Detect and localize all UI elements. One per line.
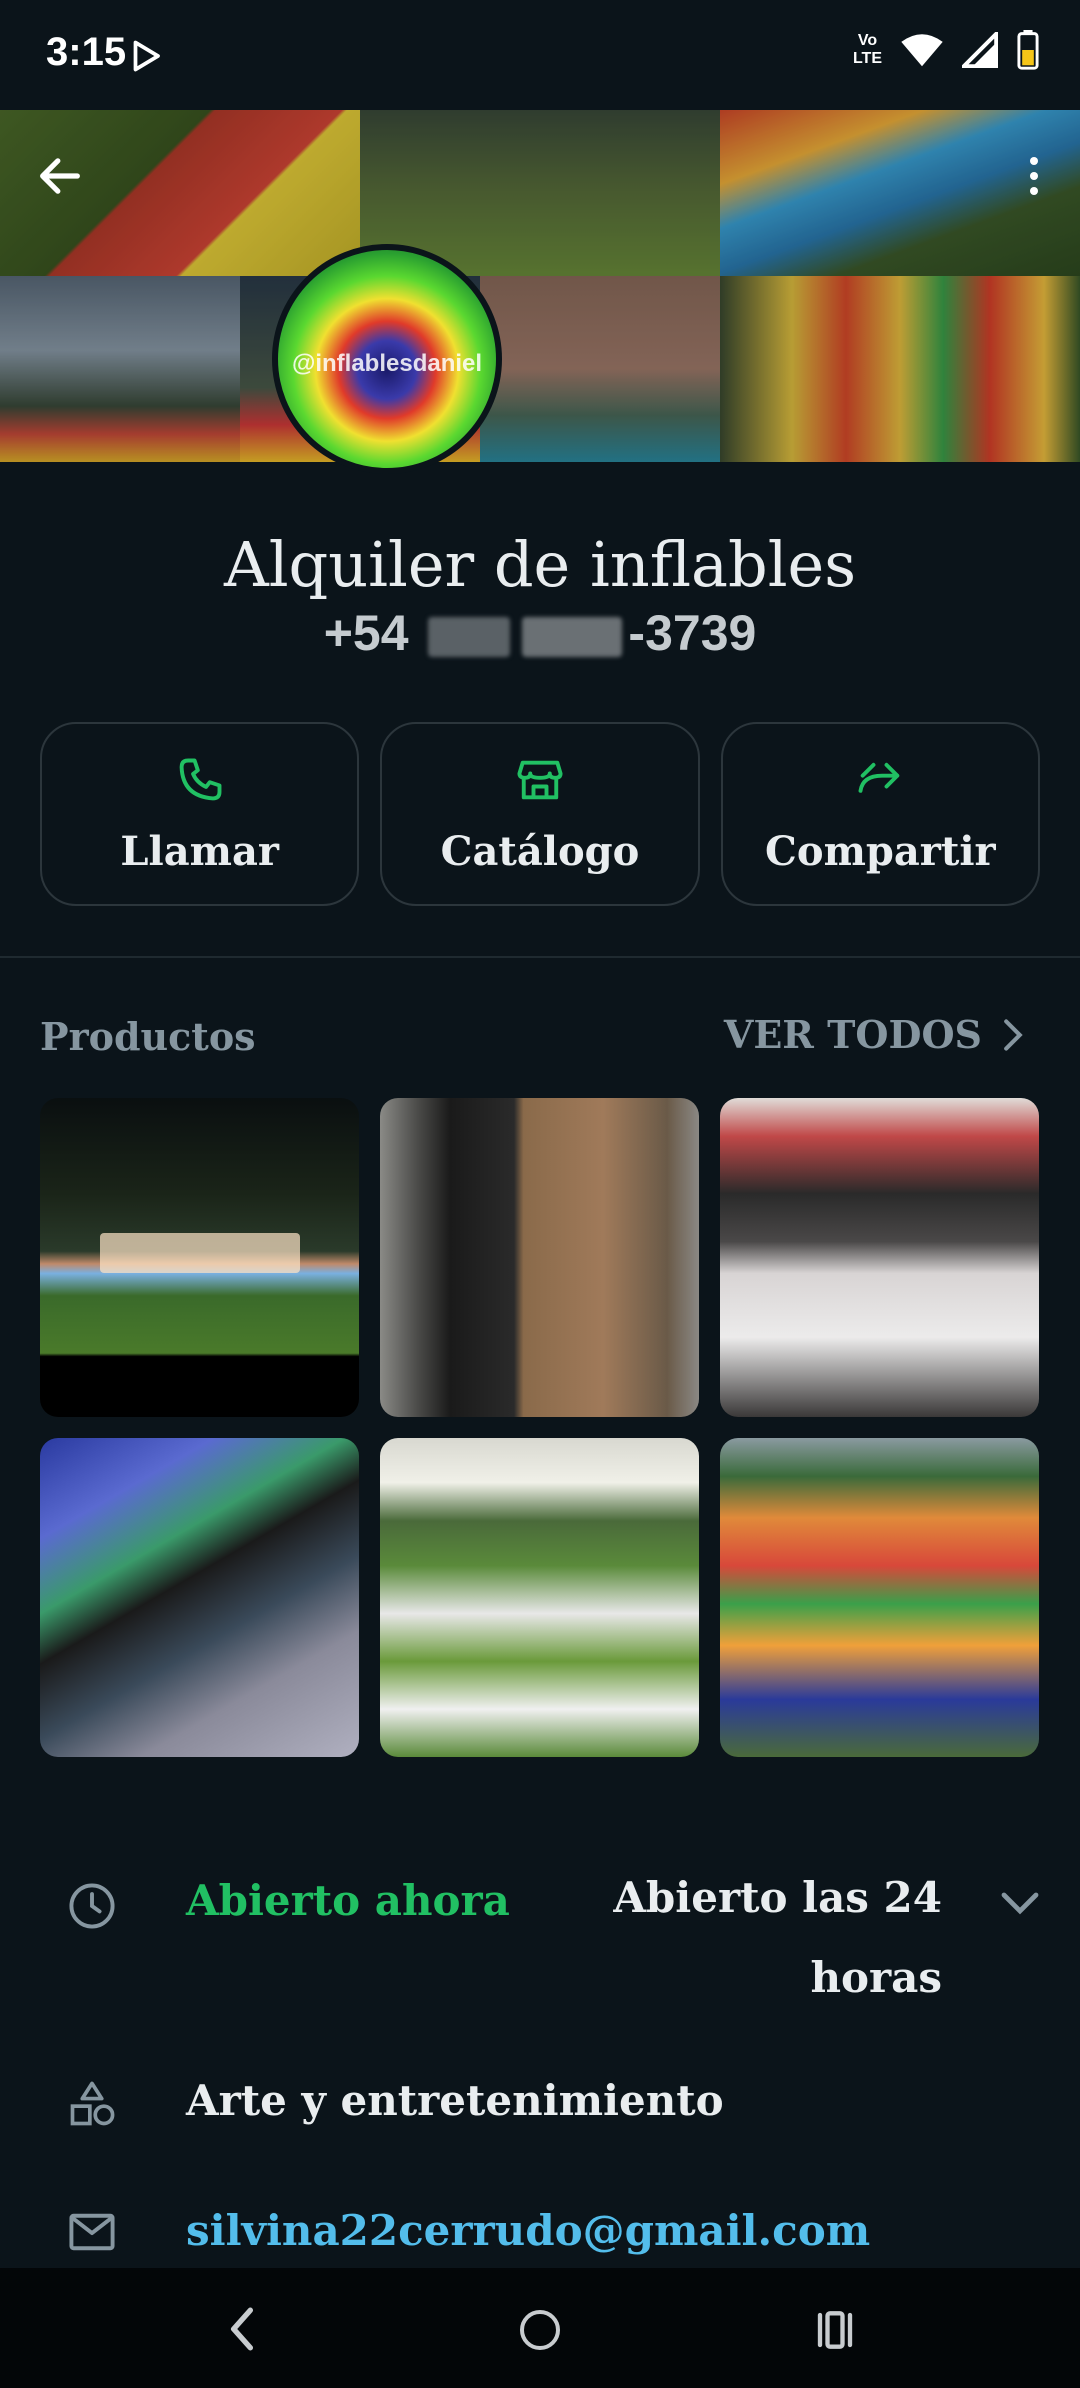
hours-value[interactable]: Abierto las 24 horas [600, 1858, 942, 2018]
catalog-button[interactable]: Catálogo [380, 722, 700, 906]
hours-status: Abierto ahora [186, 1876, 510, 1925]
redacted-digits [522, 616, 623, 657]
clock-icon [69, 1883, 115, 1929]
email-icon [69, 2213, 115, 2251]
product-thumbnail[interactable] [720, 1098, 1039, 1417]
status-bar: 3:15 Vo LTE [0, 0, 1080, 110]
back-arrow-icon[interactable] [34, 150, 86, 202]
battery-icon [1017, 30, 1039, 70]
divider [0, 956, 1080, 958]
wifi-icon [901, 34, 943, 67]
action-buttons: Llamar Catálogo Compartir [40, 722, 1040, 906]
nav-back-icon[interactable] [222, 2304, 262, 2354]
phone-icon [179, 758, 222, 800]
share-forward-icon [858, 762, 900, 793]
more-vert-icon[interactable] [1014, 150, 1054, 202]
avatar[interactable]: @inflablesdaniel [272, 244, 502, 474]
chevron-right-icon [1004, 1018, 1023, 1051]
see-all-label: VER TODOS [723, 1012, 982, 1057]
product-thumbnail[interactable] [40, 1098, 359, 1417]
product-thumbnail[interactable] [40, 1438, 359, 1757]
products-title: Productos [40, 1014, 256, 1059]
category-shapes-icon [70, 2081, 115, 2126]
volte-indicator: Vo LTE [852, 32, 882, 67]
nav-recents-icon[interactable] [815, 2308, 855, 2352]
phone-number: +54 -3739 [323, 605, 757, 661]
redacted-digits [428, 616, 511, 657]
share-button[interactable]: Compartir [720, 722, 1040, 906]
avatar-watermark: @inflablesdaniel [291, 350, 483, 377]
product-thumbnail[interactable] [380, 1098, 699, 1417]
call-button-label: Llamar [120, 827, 279, 875]
business-category: Arte y entretenimiento [186, 2076, 724, 2125]
play-store-icon [133, 40, 160, 72]
product-thumbnail[interactable] [380, 1438, 699, 1757]
product-thumbnail[interactable] [720, 1438, 1039, 1757]
call-button[interactable]: Llamar [40, 722, 360, 906]
signal-icon [962, 32, 998, 68]
business-name: Alquiler de inflables [223, 528, 857, 601]
system-nav-bar [0, 2268, 1080, 2388]
catalog-button-label: Catálogo [440, 827, 640, 875]
email-link[interactable]: silvina22cerrudo@gmail.com [186, 2206, 870, 2255]
share-button-label: Compartir [765, 827, 996, 875]
products-grid [40, 1098, 1039, 1757]
storefront-icon [517, 760, 563, 799]
status-time: 3:15 [46, 30, 127, 74]
cover-photo [0, 110, 1080, 462]
nav-home-icon[interactable] [520, 2310, 560, 2350]
see-all-button[interactable]: VER TODOS [724, 1012, 1024, 1057]
chevron-down-icon[interactable] [1000, 1888, 1040, 1918]
